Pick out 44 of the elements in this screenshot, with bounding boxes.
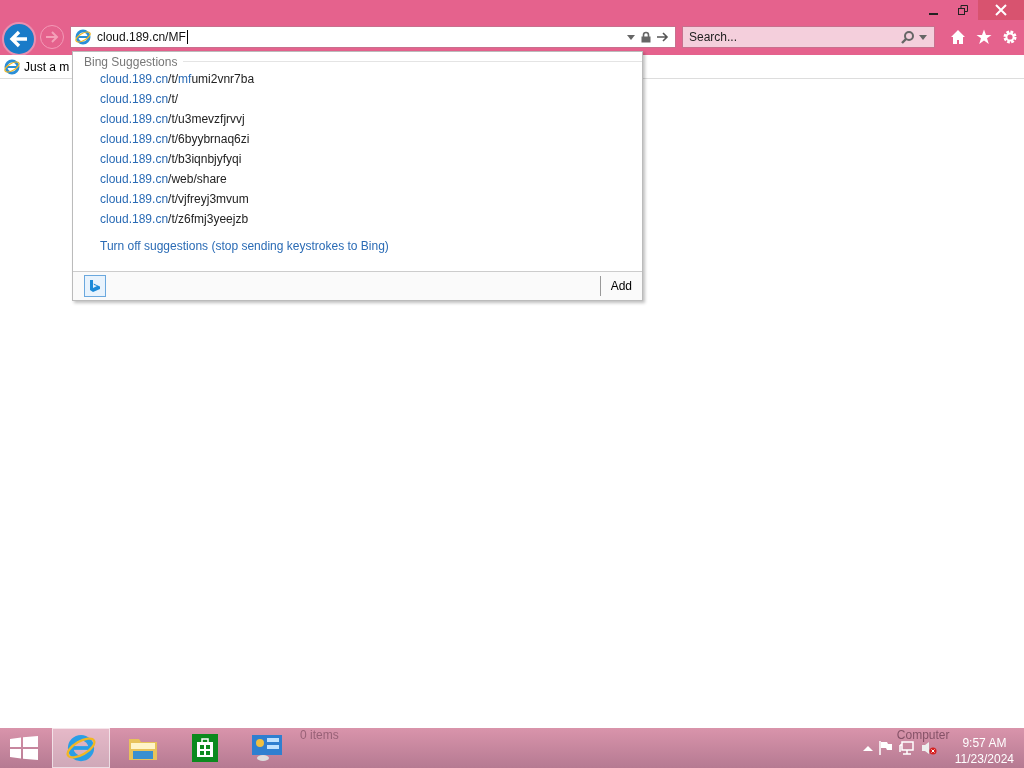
- taskbar-app-button[interactable]: [52, 728, 110, 768]
- ghost-label: Computer: [896, 728, 950, 742]
- turn-off-suggestions-link[interactable]: Turn off suggestions (stop sending keystrokes to Bing): [73, 236, 642, 256]
- search-icon[interactable]: [901, 30, 915, 44]
- windows-logo-icon: [10, 736, 38, 760]
- flag-icon[interactable]: [878, 741, 893, 755]
- close-icon: [995, 4, 1007, 16]
- lock-icon: [641, 31, 651, 43]
- suggestion-item[interactable]: cloud.189.cn/web/share: [73, 169, 642, 189]
- close-button[interactable]: [978, 0, 1024, 20]
- ie-logo-icon: [75, 29, 91, 45]
- speaker-muted-icon[interactable]: [920, 741, 937, 755]
- back-button[interactable]: [2, 22, 36, 56]
- suggestion-item[interactable]: cloud.189.cn/t/u3mevzfjrvvj: [73, 109, 642, 129]
- show-hidden-icons-icon[interactable]: [862, 745, 873, 751]
- home-icon[interactable]: [950, 29, 966, 45]
- clock-time: 9:57 AM: [962, 735, 1007, 751]
- suggestion-item[interactable]: cloud.189.cn/t/: [73, 89, 642, 109]
- section-heading: Bing Suggestions: [84, 54, 178, 69]
- back-arrow-icon: [8, 28, 30, 50]
- bing-logo-button[interactable]: [84, 275, 106, 297]
- store-bag-icon: [192, 734, 218, 762]
- restore-icon: [958, 5, 968, 15]
- suggestion-item[interactable]: cloud.189.cn/t/vjfreyj3mvum: [73, 189, 642, 209]
- control-panel-icon: [251, 734, 283, 762]
- settings-icon[interactable]: [1002, 29, 1018, 45]
- minimize-icon: [928, 12, 938, 15]
- clock-date: 11/23/2024: [954, 751, 1014, 767]
- network-icon[interactable]: [898, 741, 915, 755]
- address-field[interactable]: cloud.189.cn/MF: [70, 26, 676, 48]
- dropdown-icon[interactable]: [919, 34, 927, 40]
- suggestion-item[interactable]: cloud.189.cn/t/6byybrnaq6zi: [73, 129, 642, 149]
- suggestion-item[interactable]: cloud.189.cn/t/z6fmj3yeejzb: [73, 209, 642, 229]
- forward-arrow-icon: [45, 31, 59, 43]
- add-button[interactable]: Add: [599, 276, 642, 296]
- suggestion-item[interactable]: cloud.189.cn/t/b3iqnbjyfyqi: [73, 149, 642, 169]
- ie-logo-icon: [4, 58, 20, 75]
- dropdown-icon[interactable]: [627, 34, 635, 40]
- star-icon[interactable]: [976, 29, 992, 45]
- ie-logo-icon: [66, 733, 96, 763]
- ghost-label: 0 items: [300, 728, 339, 742]
- go-arrow-icon[interactable]: [657, 32, 669, 42]
- search-field[interactable]: Search...: [682, 26, 935, 48]
- bing-logo-icon: [89, 279, 101, 293]
